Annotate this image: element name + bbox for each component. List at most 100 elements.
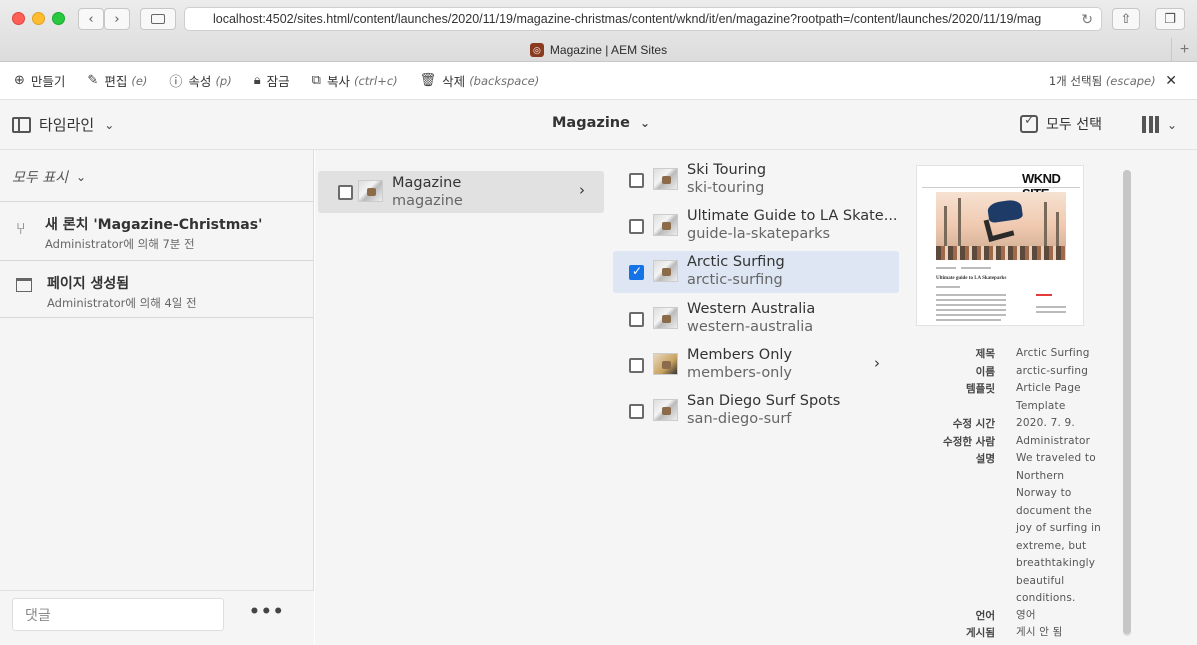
column-view-icon — [1142, 116, 1159, 133]
tabs-icon: ❐ — [1164, 11, 1176, 27]
chevron-down-icon: ⌄ — [104, 117, 115, 132]
create-button[interactable]: ⊕ 만들기 — [14, 71, 65, 90]
item-checkbox[interactable] — [629, 219, 644, 234]
page-thumbnail — [653, 214, 678, 236]
reload-icon[interactable]: ↻ — [1081, 11, 1093, 28]
select-all-button[interactable]: 모두 선택 — [1020, 113, 1102, 134]
sidebar-toggle-button[interactable] — [140, 8, 176, 30]
more-icon[interactable]: ••• — [249, 602, 285, 622]
page-icon — [16, 277, 32, 296]
item-title: Magazine — [392, 175, 462, 191]
aem-favicon-icon: ◎ — [529, 43, 544, 57]
delete-button[interactable]: 🗑︎ 삭제 (backspace) — [420, 71, 540, 90]
checkbox-check-icon — [1020, 113, 1038, 133]
filter-label: 모두 표시 — [12, 170, 68, 186]
chevron-down-icon: ⌄ — [75, 170, 87, 184]
rail-toggle-button[interactable]: 타임라인 ⌄ — [12, 114, 114, 135]
header-bar: 타임라인 ⌄ Magazine ⌄ 모두 선택 ⌄ — [0, 100, 1197, 150]
timeline-item[interactable]: 페이지 생성됨 Administrator에 의해 4일 전 — [0, 260, 314, 318]
page-thumbnail — [653, 168, 678, 190]
prop-modified-value: 2020. 7. 9. — [1016, 417, 1075, 429]
tab-title[interactable]: Magazine | AEM Sites — [550, 43, 667, 57]
column-item[interactable]: Western Australia western-australia — [613, 298, 899, 340]
scrollbar-thumb[interactable] — [1123, 170, 1131, 634]
timeline-item-meta: Administrator에 의해 4일 전 — [47, 296, 197, 310]
back-button[interactable]: ‹ — [78, 8, 104, 30]
item-checkbox[interactable] — [629, 312, 644, 327]
prop-description-value: We traveled to Northern Norway to docume… — [1016, 452, 1102, 604]
item-title: Arctic Surfing — [687, 254, 785, 270]
column-item-magazine[interactable]: Magazine magazine › — [318, 171, 604, 213]
preview-heading: Ultimate guide to LA Skateparks — [936, 276, 1007, 281]
timeline-item-title: 새 론치 'Magazine-Christmas' — [45, 217, 263, 233]
close-icon[interactable]: ✕ — [1165, 73, 1177, 89]
chevron-down-icon: ⌄ — [639, 116, 651, 130]
item-title: Western Australia — [687, 301, 816, 317]
view-switcher[interactable]: ⌄ — [1142, 116, 1177, 133]
action-bar: ⊕ 만들기 ✎ 편집 (e) ⓘ 속성 (p) 🔒︎ 잠금 ⧉ 복사 (ctrl… — [0, 62, 1197, 100]
rail-icon — [12, 116, 31, 133]
delete-label: 삭제 — [442, 74, 466, 89]
maximize-window-button[interactable] — [52, 12, 65, 25]
prop-template-value: Article Page Template — [1016, 382, 1081, 412]
prop-modified-by-value: Administrator — [1016, 435, 1091, 447]
share-icon: ⇧ — [1120, 11, 1132, 27]
page-thumbnail — [358, 180, 383, 202]
prop-modified-label: 수정 시간 — [952, 418, 995, 430]
selection-status: 1개 선택됨 (escape) ✕ — [1049, 73, 1177, 89]
copy-button[interactable]: ⧉ 복사 (ctrl+c) — [312, 71, 398, 90]
prop-language-value: 영어 — [1016, 609, 1036, 621]
scrollbar[interactable] — [1123, 170, 1131, 636]
close-window-button[interactable] — [12, 12, 25, 25]
chevron-right-icon: › — [114, 11, 120, 27]
properties-shortcut: (p) — [215, 73, 232, 88]
tabs-overview-button[interactable]: ❐ — [1155, 8, 1185, 30]
column-item[interactable]: Ultimate Guide to LA Skate... guide-la-s… — [613, 205, 899, 247]
create-label: 만들기 — [30, 74, 66, 89]
column-item[interactable]: Ski Touring ski-touring — [613, 159, 899, 201]
prop-title-value: Arctic Surfing — [1016, 347, 1090, 359]
prop-template-label: 템플릿 — [966, 383, 995, 395]
column-item-selected[interactable]: Arctic Surfing arctic-surfing — [613, 251, 899, 293]
address-bar[interactable]: localhost:4502/sites.html/content/launch… — [184, 7, 1102, 31]
lock-label: 잠금 — [266, 74, 290, 89]
minimize-window-button[interactable] — [32, 12, 45, 25]
column-item[interactable]: Members Only members-only › — [613, 344, 899, 386]
prop-modified-by-label: 수정한 사람 — [943, 436, 995, 448]
timeline-filter[interactable]: 모두 표시 ⌄ — [12, 167, 86, 187]
share-button[interactable]: ⇧ — [1112, 8, 1140, 30]
page-thumbnail — [653, 260, 678, 282]
item-checkbox[interactable] — [338, 185, 353, 200]
item-title: Ski Touring — [687, 162, 767, 178]
column-item[interactable]: San Diego Surf Spots san-diego-surf — [613, 390, 899, 432]
copy-label: 복사 — [326, 74, 350, 89]
timeline-item[interactable]: ⑂ 새 론치 'Magazine-Christmas' Administrato… — [0, 201, 314, 259]
item-checkbox[interactable] — [629, 173, 644, 188]
page-title[interactable]: Magazine ⌄ — [552, 115, 650, 131]
chevron-right-icon: › — [579, 181, 585, 199]
forward-button[interactable]: › — [104, 8, 130, 30]
item-name: guide-la-skateparks — [687, 226, 831, 242]
item-checkbox[interactable] — [629, 358, 644, 373]
prop-published-label: 게시됨 — [966, 627, 995, 639]
new-tab-button[interactable]: + — [1171, 38, 1197, 62]
item-checkbox-checked[interactable] — [629, 264, 644, 280]
comment-input[interactable]: 댓글 — [12, 598, 224, 631]
select-all-label: 모두 선택 — [1046, 117, 1102, 133]
tab-bar: ◎ Magazine | AEM Sites + — [0, 38, 1197, 62]
lock-button[interactable]: 🔒︎ 잠금 — [254, 71, 290, 90]
comment-placeholder: 댓글 — [25, 608, 51, 624]
prop-description-label: 설명 — [975, 453, 995, 465]
sidebar-icon — [151, 14, 165, 24]
edit-button[interactable]: ✎ 편집 (e) — [87, 71, 147, 90]
delete-shortcut: (backspace) — [469, 73, 540, 88]
column-view: Magazine magazine › Ski Touring ski-tour… — [315, 150, 1197, 645]
item-name: ski-touring — [687, 180, 765, 196]
page-thumbnail — [653, 307, 678, 329]
timeline-item-title: 페이지 생성됨 — [47, 276, 130, 292]
page-title-text: Magazine — [552, 115, 630, 131]
properties-button[interactable]: ⓘ 속성 (p) — [169, 71, 232, 91]
prop-title-label: 제목 — [975, 348, 995, 360]
plus-icon: + — [1179, 41, 1190, 58]
item-checkbox[interactable] — [629, 404, 644, 419]
